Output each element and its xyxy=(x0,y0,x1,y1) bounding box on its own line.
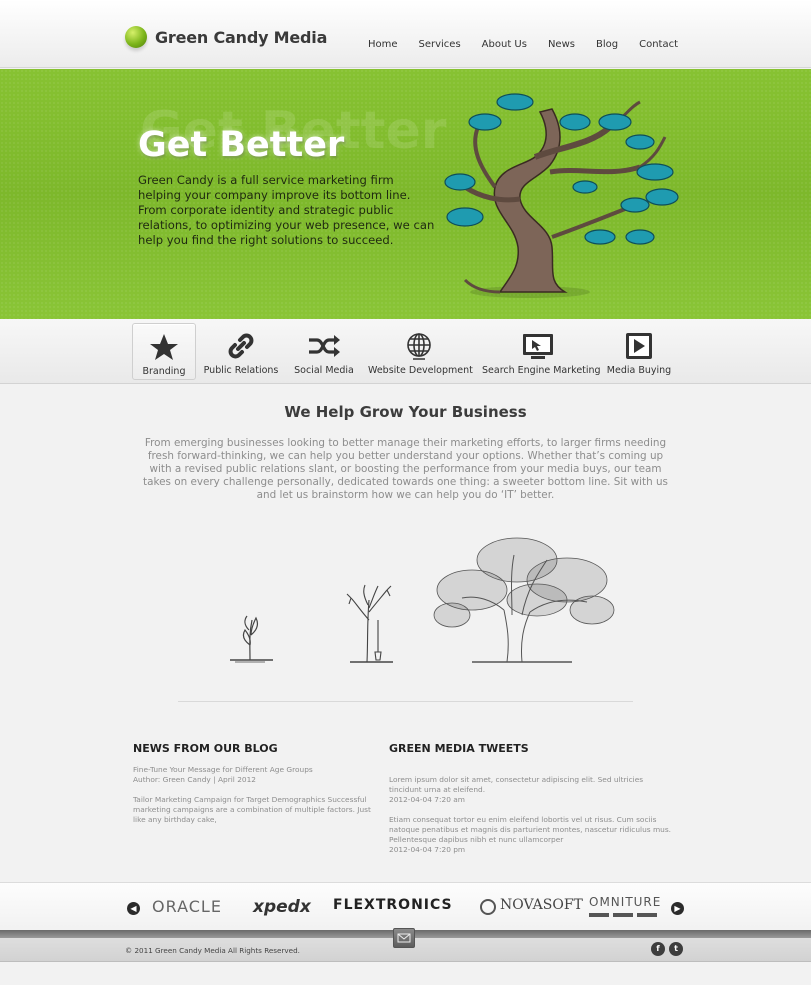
nav-services[interactable]: Services xyxy=(419,39,461,50)
logo-text: Green Candy Media xyxy=(155,27,328,47)
tweet-text: Lorem ipsum dolor sit amet, consectetur … xyxy=(389,775,644,794)
blog-post-excerpt: Tailor Marketing Campaign for Target Dem… xyxy=(133,795,371,824)
partner-logos-bar: ◀ ORACLE xpedx FLEXTRONICS NOVASOFT OMNI… xyxy=(0,882,811,932)
service-tab-search-engine-marketing[interactable]: Search Engine Marketing xyxy=(482,323,601,380)
service-tab-social-media[interactable]: Social Media xyxy=(291,323,357,380)
tweets-title: GREEN MEDIA TWEETS xyxy=(389,742,529,755)
blog-post-title[interactable]: Fine-Tune Your Message for Different Age… xyxy=(133,765,433,775)
main-nav: Home Services About Us News Blog Contact xyxy=(347,39,678,50)
blog-post-meta: Author: Green Candy | April 2012 xyxy=(133,775,256,784)
seedling-sketch xyxy=(230,615,273,663)
nav-about-us[interactable]: About Us xyxy=(482,39,527,50)
site-header: Green Candy Media Home Services About Us… xyxy=(0,0,811,68)
chevron-right-icon[interactable]: ▶ xyxy=(671,902,684,915)
nav-contact[interactable]: Contact xyxy=(639,39,678,50)
shuffle-icon xyxy=(309,335,340,357)
section-divider xyxy=(178,701,633,702)
logo-ball-icon xyxy=(125,26,147,48)
partner-logo-oracle: ORACLE xyxy=(152,897,222,916)
nav-news[interactable]: News xyxy=(548,39,575,50)
service-tab-website-development[interactable]: Website Development xyxy=(368,323,473,380)
play-icon xyxy=(626,333,652,359)
twitter-icon[interactable]: t xyxy=(669,942,683,956)
service-label: Public Relations xyxy=(203,365,279,376)
section-title: We Help Grow Your Business xyxy=(284,403,527,421)
partner-logo-xpedx: xpedx xyxy=(253,897,311,917)
nav-home[interactable]: Home xyxy=(368,39,398,50)
chevron-left-icon[interactable]: ◀ xyxy=(127,902,140,915)
partner-logo-flextronics: FLEXTRONICS xyxy=(333,897,453,913)
tweet-list: Lorem ipsum dolor sit amet, consectetur … xyxy=(389,765,677,855)
services-bar: Branding Public Relations Social Media W… xyxy=(0,319,811,384)
link-icon xyxy=(228,333,254,359)
tweet-time: 2012-04-04 7:20 pm xyxy=(389,845,466,854)
blog-post[interactable]: Fine-Tune Your Message for Different Age… xyxy=(133,765,433,825)
sapling-sketch xyxy=(346,584,393,663)
hero-title: Get Better xyxy=(138,125,345,165)
service-label: Social Media xyxy=(294,365,354,376)
partner-logo-omniture: OMNITURE xyxy=(589,895,662,909)
section-intro: From emerging businesses looking to bett… xyxy=(143,437,668,501)
service-tab-media-buying[interactable]: Media Buying xyxy=(605,323,673,380)
facebook-icon[interactable]: f xyxy=(651,942,665,956)
copyright-text: © 2011 Green Candy Media All Rights Rese… xyxy=(125,946,300,955)
logo[interactable]: Green Candy Media xyxy=(125,26,327,48)
monitor-cursor-icon xyxy=(523,334,553,359)
tweet-time: 2012-04-04 7:20 am xyxy=(389,795,465,804)
hero-text: Green Candy is a full service marketing … xyxy=(138,173,435,247)
bonsai-tree-illustration xyxy=(444,93,679,298)
hero-banner: Get Better Get Better Green Candy is a f… xyxy=(0,69,811,319)
grown-tree-sketch xyxy=(433,537,615,663)
blog-column: NEWS FROM OUR BLOG Fine-Tune Your Messag… xyxy=(133,742,433,825)
globe-icon xyxy=(407,333,431,360)
service-tab-public-relations[interactable]: Public Relations xyxy=(203,323,279,380)
partner-logo-novasoft: NOVASOFT xyxy=(500,897,583,913)
service-tab-branding[interactable]: Branding xyxy=(132,323,196,380)
tweet-text: Etiam consequat tortor eu enim eleifend … xyxy=(389,815,672,844)
omniture-bars xyxy=(589,913,657,917)
star-icon xyxy=(150,334,178,360)
blog-title: NEWS FROM OUR BLOG xyxy=(133,742,278,755)
novasoft-emblem-icon xyxy=(480,899,496,915)
service-label: Website Development xyxy=(368,365,473,376)
nav-blog[interactable]: Blog xyxy=(596,39,618,50)
service-label: Search Engine Marketing xyxy=(482,365,601,376)
mail-icon[interactable] xyxy=(393,928,415,948)
tweets-column: GREEN MEDIA TWEETS Lorem ipsum dolor sit… xyxy=(389,742,689,855)
service-label: Media Buying xyxy=(606,365,672,376)
service-label: Branding xyxy=(142,366,186,377)
